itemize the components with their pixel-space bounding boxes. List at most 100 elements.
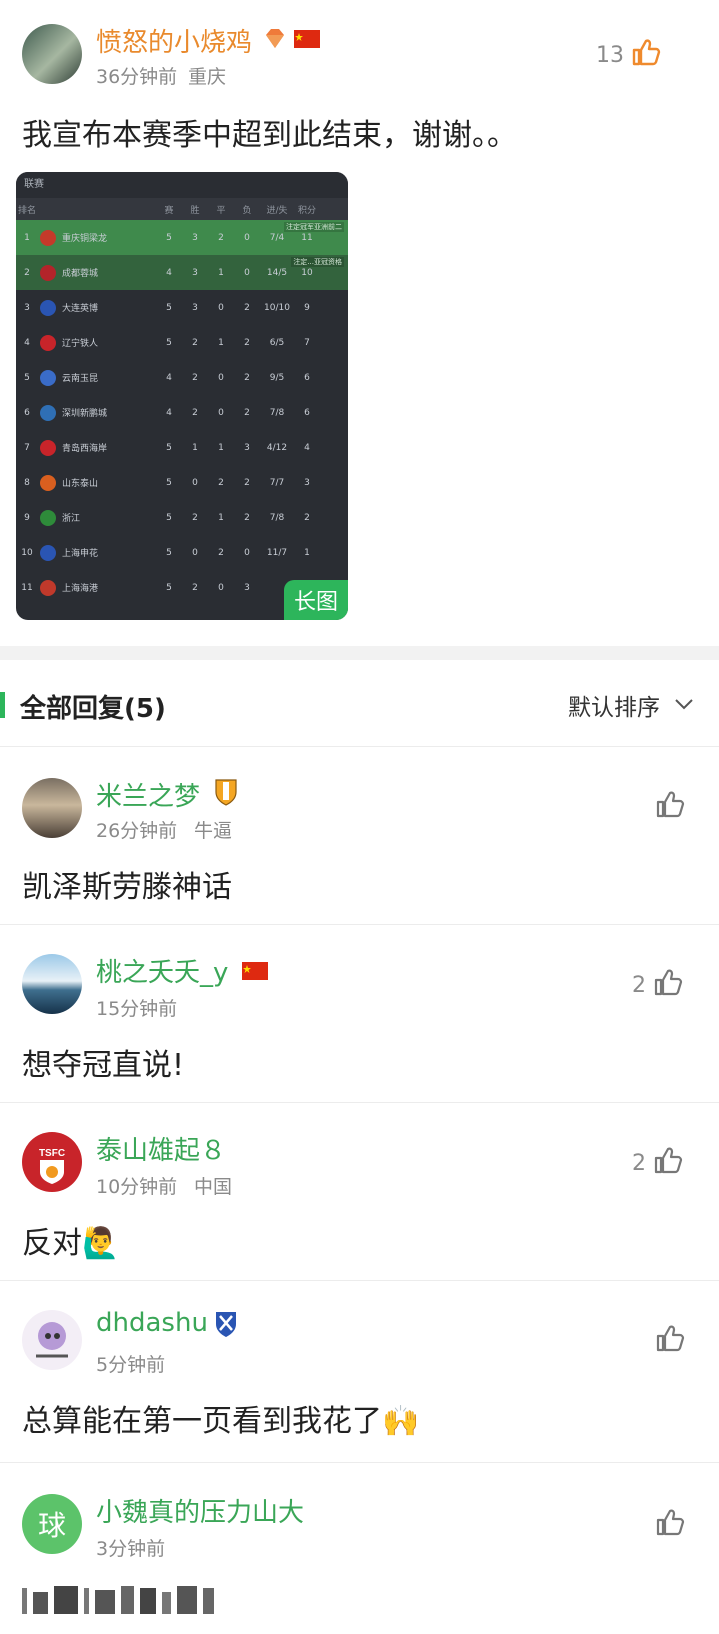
divider xyxy=(0,1280,719,1281)
win-cell: 2 xyxy=(192,337,198,348)
reply-like-button[interactable] xyxy=(654,1322,686,1360)
loss-cell: 2 xyxy=(244,302,250,313)
win-cell: 2 xyxy=(192,372,198,383)
avatar-initial: 球 xyxy=(37,1509,66,1542)
team-cell: 大连英博 xyxy=(62,304,99,314)
draw-cell: 0 xyxy=(218,582,224,593)
standings-image[interactable]: 联赛 排名 赛 胜 平 负 进/失 积分 1 重庆铜梁龙 5 3 2 0 7/4 11 注定冠军… xyxy=(16,172,348,620)
points-cell: 10 xyxy=(301,267,313,278)
team-cell: 成都蓉城 xyxy=(62,269,99,279)
goals-cell: 14/5 xyxy=(266,267,288,278)
standings-row: 3 大连英博 5 3 0 2 10/10 9 xyxy=(16,290,348,325)
reply-username[interactable]: 桃之夭夭_y xyxy=(96,952,228,989)
reply-like-button[interactable]: 2 xyxy=(632,966,684,1004)
reply-text: 反对🙋‍♂️ xyxy=(22,1226,120,1261)
points-cell: 6 xyxy=(304,407,310,418)
col-points: 积分 xyxy=(297,205,316,216)
draw-cell: 1 xyxy=(218,337,224,348)
reply-username[interactable]: dhdashu xyxy=(96,1308,208,1338)
sort-dropdown[interactable]: 默认排序 xyxy=(568,688,694,722)
draw-cell: 2 xyxy=(218,477,224,488)
thumbs-up-icon xyxy=(652,966,684,1004)
win-cell: 2 xyxy=(192,407,198,418)
goals-cell: 10/10 xyxy=(264,302,290,313)
loss-cell: 2 xyxy=(244,407,250,418)
rank-cell: 1 xyxy=(24,232,30,243)
vip-diamond-icon xyxy=(262,26,288,52)
reply-avatar[interactable]: TSFC xyxy=(22,1132,82,1192)
reply-text: 凯泽斯劳滕神话 xyxy=(22,870,232,905)
win-cell: 3 xyxy=(192,232,198,243)
loss-cell: 3 xyxy=(244,442,250,453)
reply-username[interactable]: 小魏真的压力山大 xyxy=(96,1492,304,1529)
draw-cell: 1 xyxy=(218,267,224,278)
divider xyxy=(0,746,719,747)
team-cell: 云南玉昆 xyxy=(62,374,99,384)
post-time: 36分钟前 xyxy=(96,66,178,88)
draw-cell: 0 xyxy=(218,407,224,418)
draw-cell: 2 xyxy=(218,232,224,243)
thumbs-up-icon xyxy=(630,36,662,74)
draw-cell: 1 xyxy=(218,442,224,453)
loss-cell: 3 xyxy=(244,582,250,593)
played-cell: 5 xyxy=(166,337,172,348)
standings-top-label: 联赛 xyxy=(16,172,348,198)
draw-cell: 1 xyxy=(218,512,224,523)
played-cell: 4 xyxy=(166,267,172,278)
team-cell: 深圳新鹏城 xyxy=(62,409,108,419)
standings-row: 8 山东泰山 5 0 2 2 7/7 3 xyxy=(16,465,348,500)
draw-cell: 2 xyxy=(218,547,224,558)
reply-username[interactable]: 泰山雄起８ xyxy=(96,1130,226,1167)
reply-like-button[interactable] xyxy=(654,1506,686,1544)
rank-cell: 11 xyxy=(21,582,33,593)
club-badge-icon xyxy=(214,1310,238,1338)
long-image-badge: 长图 xyxy=(283,580,348,620)
col-played: 赛 xyxy=(164,205,174,216)
played-cell: 5 xyxy=(166,442,172,453)
team-logo-icon xyxy=(40,299,56,316)
team-cell: 山东泰山 xyxy=(62,479,99,489)
loss-cell: 0 xyxy=(244,232,250,243)
redacted-reply-text xyxy=(22,1584,214,1614)
points-cell: 2 xyxy=(304,512,310,523)
club-badge-icon xyxy=(214,778,238,806)
rank-cell: 8 xyxy=(24,477,30,488)
played-cell: 5 xyxy=(166,232,172,243)
chevron-down-icon xyxy=(674,696,694,715)
standings-row: 2 成都蓉城 4 3 1 0 14/5 10 注定...亚冠资格 xyxy=(16,255,348,290)
reply-like-count: 2 xyxy=(632,972,646,998)
reply-avatar[interactable]: 球 xyxy=(22,1494,82,1554)
standings-rows: 1 重庆铜梁龙 5 3 2 0 7/4 11 注定冠军亚洲前二 2 成都蓉城 4 3 1 0 14/5 10 注定… xyxy=(16,220,348,605)
section-separator xyxy=(0,646,719,660)
played-cell: 4 xyxy=(166,372,172,383)
loss-cell: 2 xyxy=(244,372,250,383)
played-cell: 5 xyxy=(166,547,172,558)
win-cell: 0 xyxy=(192,477,198,488)
points-cell: 9 xyxy=(304,302,310,313)
team-logo-icon xyxy=(40,334,56,351)
post-author-name[interactable]: 愤怒的小烧鸡 xyxy=(96,22,252,59)
reply-username[interactable]: 米兰之梦 xyxy=(96,776,200,813)
reply-like-button[interactable]: 2 xyxy=(632,1144,684,1182)
reply-time: 3分钟前 xyxy=(96,1538,166,1560)
reply-like-button[interactable] xyxy=(654,788,686,826)
rank-cell: 5 xyxy=(24,372,30,383)
divider xyxy=(0,1102,719,1103)
post-author-avatar[interactable] xyxy=(22,24,82,84)
reply-avatar[interactable] xyxy=(22,1310,82,1370)
replies-header-accent xyxy=(0,692,5,718)
team-logo-icon xyxy=(40,439,56,456)
post-like-button[interactable]: 13 xyxy=(596,36,662,74)
reply-time: 5分钟前 xyxy=(96,1354,166,1376)
rank-cell: 4 xyxy=(24,337,30,348)
thumbs-up-icon xyxy=(654,788,686,826)
points-cell: 1 xyxy=(304,547,310,558)
goals-cell: 7/4 xyxy=(269,232,285,243)
reply-avatar[interactable] xyxy=(22,954,82,1014)
qualification-tag: 注定冠军亚洲前二 xyxy=(284,222,344,232)
played-cell: 5 xyxy=(166,512,172,523)
win-cell: 2 xyxy=(192,582,198,593)
reply-avatar[interactable] xyxy=(22,778,82,838)
post-like-count: 13 xyxy=(596,42,624,68)
standings-row: 5 云南玉昆 4 2 0 2 9/5 6 xyxy=(16,360,348,395)
